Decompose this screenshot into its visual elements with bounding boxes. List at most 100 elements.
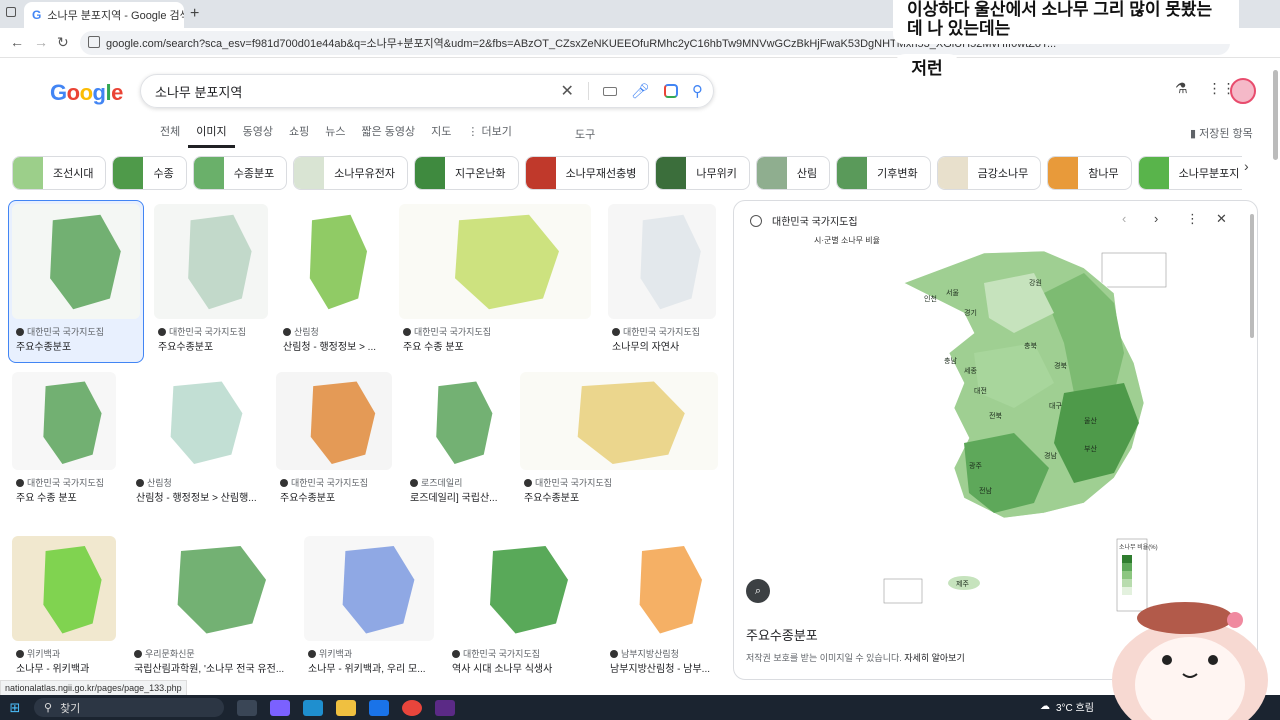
result-source[interactable]: 로즈데일리 (410, 476, 510, 489)
result-thumbnail[interactable] (406, 372, 506, 470)
back-icon[interactable]: ← (10, 34, 24, 50)
result-thumbnail[interactable] (132, 372, 262, 470)
image-result[interactable]: 우리문화신문 국립산림과학원, '소나무 전국 유전... (126, 532, 296, 685)
result-title[interactable]: 국립산림과학원, '소나무 전국 유전... (134, 660, 296, 675)
image-result[interactable]: 대한민국 국가지도집 주요수종분포 (8, 200, 144, 363)
obs-icon[interactable] (435, 699, 455, 716)
result-title[interactable]: 소나무의 자연사 (612, 338, 720, 353)
browser-tab[interactable]: G 소나무 분포지역 - Google 검색 ✕ (24, 2, 184, 28)
labs-flask-icon[interactable]: ⚗ (1175, 80, 1188, 97)
windows-start-icon[interactable]: ⊞ (0, 700, 30, 716)
tab-short-videos[interactable]: 짧은 동영상 (354, 126, 424, 148)
result-thumbnail[interactable] (279, 204, 381, 319)
reload-icon[interactable]: ↻ (57, 34, 69, 51)
prev-icon[interactable]: ‹ (1122, 211, 1126, 226)
result-source[interactable]: 대한민국 국가지도집 (524, 476, 722, 489)
search-input[interactable]: 소나무 분포지역 (155, 82, 242, 101)
file-explorer-icon[interactable] (336, 699, 356, 716)
result-thumbnail[interactable] (606, 536, 718, 641)
chips-next-icon[interactable]: › (1244, 158, 1249, 174)
site-info-icon[interactable] (88, 36, 100, 48)
clear-icon[interactable]: ✕ (561, 81, 574, 101)
panel-scrollbar[interactable] (1250, 214, 1254, 338)
result-title[interactable]: 소나무 - 위키백과, 우리 모... (308, 660, 438, 675)
preview-map[interactable]: 시·군별 소나무 비율 소나무 비율(%) 인천 서울 경기 강원 충북 충남 세종 대전 경북… (814, 233, 1168, 613)
image-result[interactable]: 대한민국 국가지도집 역사 시대 소나무 식생사 (444, 532, 594, 685)
copilot-icon[interactable] (270, 699, 290, 716)
image-result[interactable]: 대한민국 국가지도집 주요 수종 분포 (8, 368, 120, 514)
edge-icon[interactable] (303, 699, 323, 716)
avatar[interactable] (1230, 78, 1256, 104)
image-result[interactable]: 대한민국 국가지도집 주요수종분포 (150, 200, 272, 363)
chip-0[interactable]: 조선시대 (12, 156, 107, 190)
saved-items-link[interactable]: ▮ 저장된 항목 (1190, 125, 1253, 141)
result-source[interactable]: 대한민국 국가지도집 (16, 476, 120, 489)
result-title[interactable]: 남부지방산림청 - 남부... (610, 660, 722, 675)
result-title[interactable]: 주요수종분포 (16, 338, 144, 353)
chip-2[interactable]: 수종분포 (192, 156, 288, 190)
result-thumbnail[interactable] (399, 204, 591, 319)
image-result[interactable]: 대한민국 국가지도집 소나무의 자연사 (604, 200, 720, 363)
result-source[interactable]: 대한민국 국가지도집 (280, 476, 396, 489)
result-thumbnail[interactable] (154, 204, 268, 319)
image-result[interactable]: 산림청 산림청 - 행정정보 > 산림행... (128, 368, 266, 514)
result-title[interactable]: 주요수종분포 (158, 338, 272, 353)
chip-9[interactable]: 금강소나무 (936, 156, 1042, 190)
task-view-icon[interactable] (237, 699, 257, 716)
result-title[interactable]: 주요수종분포 (524, 489, 722, 504)
result-title[interactable]: 로즈데일리] 국립산... (410, 489, 510, 504)
result-source[interactable]: 위키백과 (16, 647, 120, 660)
panel-title[interactable]: 주요수종분포 (746, 625, 818, 644)
result-source[interactable]: 대한민국 국가지도집 (452, 647, 594, 660)
taskbar-search[interactable]: ⚲ 찾기 (34, 698, 224, 717)
tab-images[interactable]: 이미지 (188, 126, 235, 148)
result-thumbnail[interactable] (448, 536, 590, 641)
result-thumbnail[interactable] (276, 372, 392, 470)
image-result[interactable]: 위키백과 소나무 - 위키백과, 우리 모... (300, 532, 438, 685)
forward-icon[interactable]: → (34, 34, 48, 50)
result-title[interactable]: 주요수종분포 (280, 489, 396, 504)
image-result[interactable]: 산림청 산림청 - 행정정보 > ... (275, 200, 385, 363)
result-title[interactable]: 소나무 - 위키백과 (16, 660, 120, 675)
panel-source[interactable]: 대한민국 국가지도집 (772, 213, 858, 228)
microphone-icon[interactable]: 🎤︎ (631, 82, 650, 100)
learn-more-link[interactable]: 자세히 알아보기 (904, 653, 964, 663)
result-source[interactable]: 대한민국 국가지도집 (158, 325, 272, 338)
tab-shopping[interactable]: 쇼핑 (281, 126, 317, 148)
image-result[interactable]: 로즈데일리 로즈데일리] 국립산... (402, 368, 510, 514)
result-source[interactable]: 산림청 (136, 476, 266, 489)
weather-text[interactable]: 3°C 흐림 (1056, 699, 1094, 714)
tab-news[interactable]: 뉴스 (317, 126, 353, 148)
chip-7[interactable]: 산림 (755, 156, 831, 190)
tab-list-icon[interactable] (6, 7, 16, 17)
image-result[interactable]: 위키백과 소나무 - 위키백과 (8, 532, 120, 685)
result-thumbnail[interactable] (304, 536, 434, 641)
chip-3[interactable]: 소나무유전자 (293, 156, 408, 190)
result-source[interactable]: 우리문화신문 (134, 647, 296, 660)
chip-1[interactable]: 수종 (112, 156, 187, 190)
result-source[interactable]: 남부지방산림청 (610, 647, 722, 660)
chrome-icon[interactable] (402, 699, 422, 716)
keyboard-icon[interactable] (602, 86, 617, 96)
outlook-icon[interactable] (369, 699, 389, 716)
result-thumbnail[interactable] (520, 372, 718, 470)
result-title[interactable]: 역사 시대 소나무 식생사 (452, 660, 594, 675)
image-result[interactable]: 남부지방산림청 남부지방산림청 - 남부... (602, 532, 722, 685)
tab-videos[interactable]: 동영상 (235, 126, 281, 148)
next-icon[interactable]: › (1154, 211, 1158, 226)
lens-search-button[interactable]: ⌕ (746, 579, 770, 603)
google-logo[interactable]: Google (50, 80, 123, 106)
image-result[interactable]: 대한민국 국가지도집 주요수종분포 (272, 368, 396, 514)
close-panel-icon[interactable]: ✕ (1216, 211, 1227, 227)
chip-10[interactable]: 참나무 (1047, 156, 1132, 190)
result-source[interactable]: 산림청 (283, 325, 385, 338)
result-title[interactable]: 주요 수종 분포 (16, 489, 120, 504)
result-thumbnail[interactable] (12, 536, 116, 641)
tab-all[interactable]: 전체 (152, 126, 188, 148)
result-title[interactable]: 주요 수종 분포 (403, 338, 595, 353)
result-title[interactable]: 산림청 - 행정정보 > 산림행... (136, 489, 266, 504)
result-thumbnail[interactable] (12, 204, 140, 319)
result-thumbnail[interactable] (608, 204, 716, 319)
image-result[interactable]: 대한민국 국가지도집 주요 수종 분포 (395, 200, 595, 363)
result-title[interactable]: 산림청 - 행정정보 > ... (283, 338, 385, 353)
